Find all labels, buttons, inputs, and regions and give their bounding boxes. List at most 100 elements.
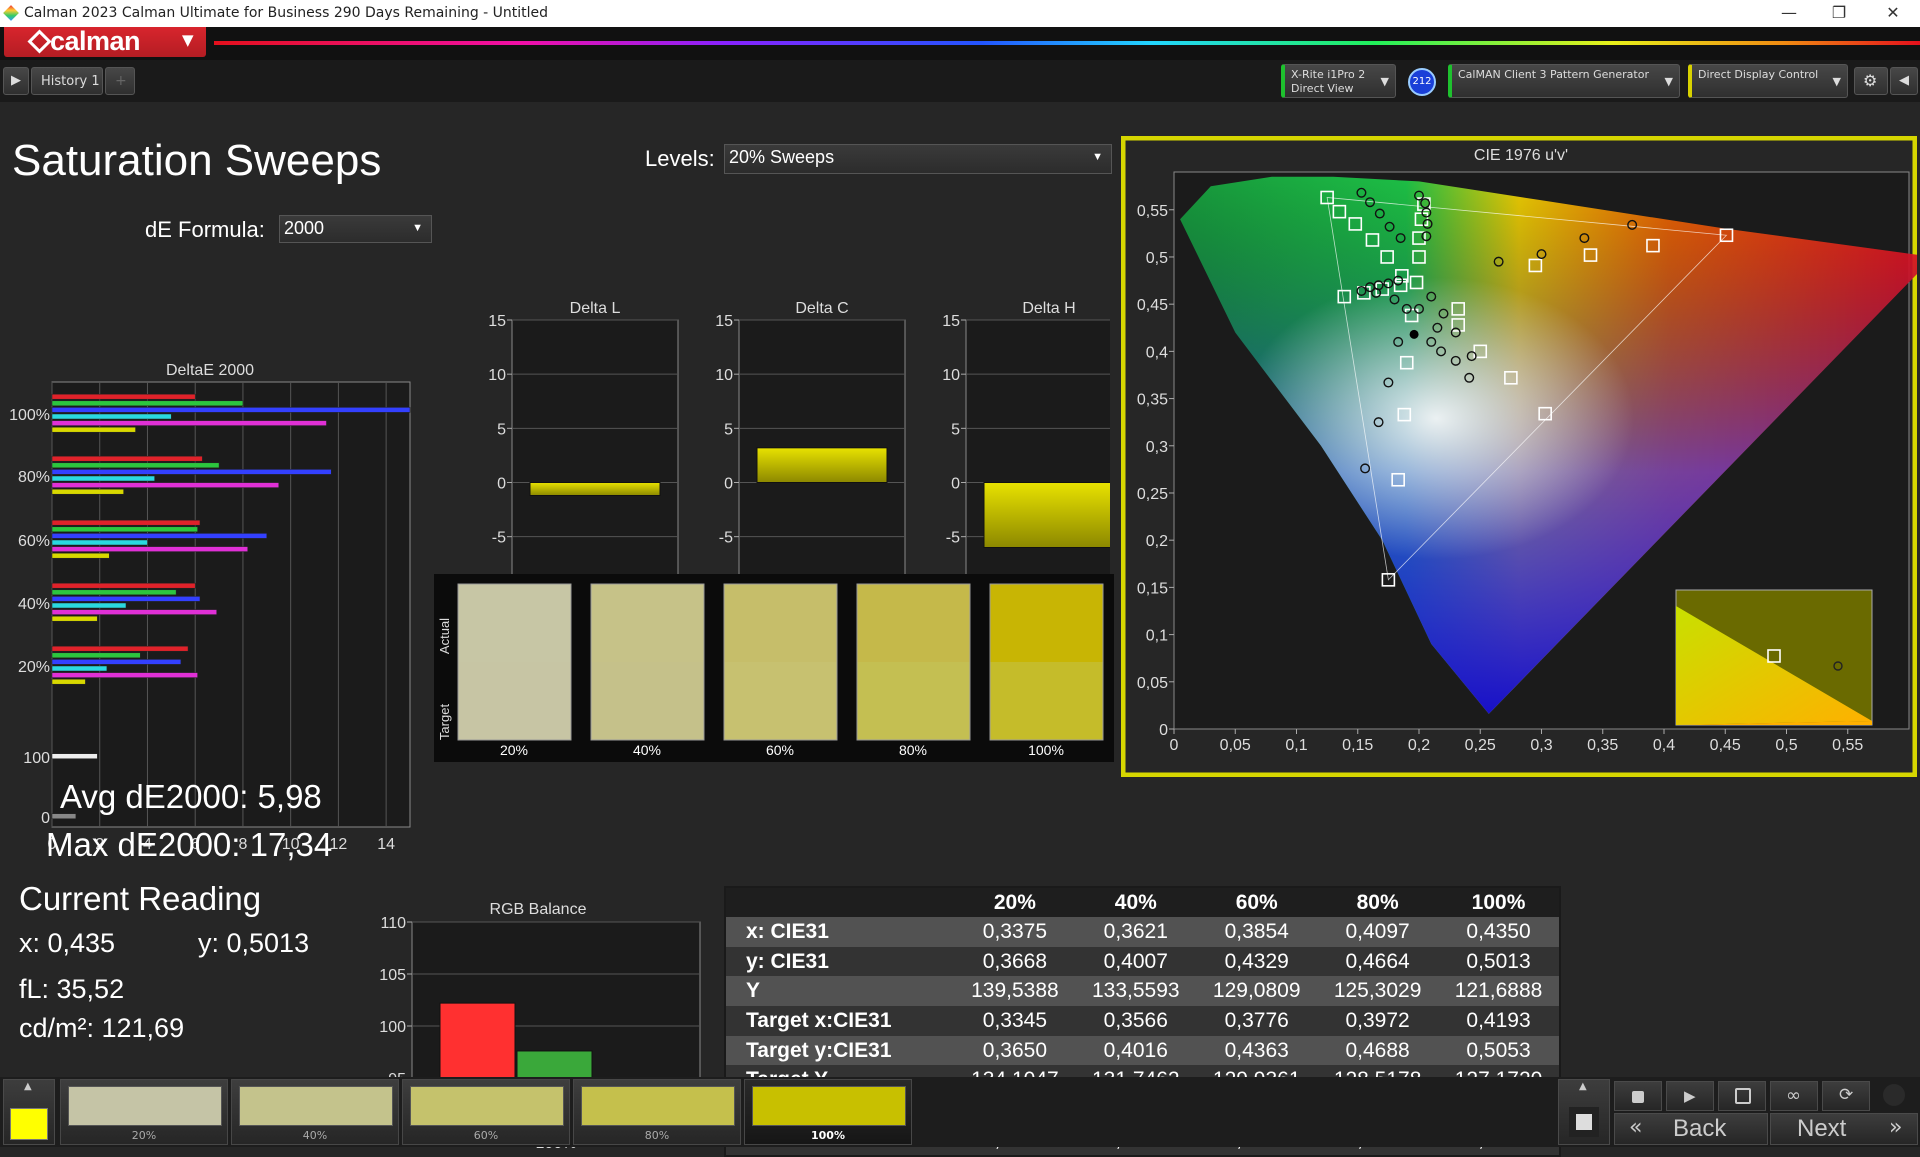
table-cell: 0,5053 [1438,1035,1559,1066]
white-point-marker [1409,329,1419,339]
table-cell: 0,4363 [1196,1035,1318,1066]
swatch-button-80%[interactable]: 80% [573,1079,741,1145]
current-color-panel[interactable]: ▲ [3,1079,55,1145]
column-header: 60% [1196,888,1318,917]
next-button[interactable]: Next » [1770,1113,1918,1145]
table-cell: 0,3566 [1075,1006,1197,1036]
x-tick-label: 0,1 [1285,737,1307,754]
tab-history-1[interactable]: History 1 [31,67,103,95]
chevron-left-icon: « [1629,1115,1643,1140]
table-row: Y 139,5388 133,5593 129,0809 125,3029 121,688… [726,976,1559,1007]
x-tick-label: 0,3 [1530,737,1552,754]
calman-logo-icon [27,29,52,54]
minimize-button[interactable]: — [1766,1,1812,26]
deltae-bar [51,455,203,462]
row-header: y: CIE31 [726,946,955,977]
deltae-bar [51,407,411,413]
logo-text: calman [50,26,141,56]
deltae-bar [51,665,108,672]
table-header-row: 20% 40% 60% 80% 100% [726,888,1559,917]
display-control-selector[interactable]: Direct Display Control ▼ [1688,64,1848,98]
levels-dropdown[interactable]: 20% Sweeps ▼ [724,144,1112,174]
y-tick-label: 105 [379,967,406,984]
cie-title: CIE 1976 u'v' [1474,147,1568,164]
swatch-chip [68,1086,222,1126]
swatch-chip [581,1086,735,1126]
y-tick-label: 0,3 [1146,439,1168,456]
deltae-bar [51,582,196,589]
deltae-bar [51,519,201,526]
table-cell: 0,4193 [1438,1006,1559,1036]
table-cell: 0,5013 [1438,946,1559,977]
swatch-label: 40% [633,742,661,758]
de-formula-dropdown[interactable]: 2000 ▼ [279,215,432,243]
y-tick-label: 80% [18,469,50,486]
loop-button[interactable]: ∞ [1770,1081,1818,1111]
refresh-button[interactable]: ⟳ [1822,1081,1870,1111]
swatch-button-60%[interactable]: 60% [402,1079,570,1145]
deltae-bar [51,596,201,602]
back-button[interactable]: « Back [1614,1113,1768,1145]
calman-menu-button[interactable]: calman ▼ [4,26,206,57]
y-tick-label: 0,5 [1146,250,1168,267]
collapse-panel-button[interactable]: ◀ [1890,67,1918,95]
swatch-button-40%[interactable]: 40% [231,1079,399,1145]
close-button[interactable]: ✕ [1870,1,1916,26]
row-header: Y [726,976,955,1007]
play-button[interactable]: ▶ [1666,1081,1714,1111]
column-header: 20% [954,888,1076,917]
table-cell: 0,3972 [1317,1006,1439,1036]
save-button[interactable] [1718,1081,1766,1111]
chevron-left-icon: ◀ [1899,73,1909,88]
plus-icon: + [115,73,127,89]
deltae-bar [51,609,217,615]
stop-icon [1569,1107,1599,1137]
deltae-bar [51,475,155,482]
add-tab-button[interactable]: + [105,67,135,95]
main-content: Saturation Sweeps Levels: 20% Sweeps ▼ d… [0,102,1920,1157]
y-tick-label: -5 [719,530,733,547]
settings-button[interactable]: ⚙ [1854,67,1888,95]
y-tick-label: 0 [1159,722,1168,739]
chart-title: DeltaE 2000 [166,362,254,379]
actual-swatch [990,584,1103,662]
deltae-bar [51,678,86,685]
swatch-caption: 80% [644,1129,670,1142]
current-x: x: 0,435 [19,928,116,958]
current-cdm2: cd/m²: 121,69 [19,1013,185,1043]
y-tick-label: 5 [724,421,733,438]
restore-button[interactable]: ❐ [1816,1,1862,26]
swatch-caption: 20% [131,1129,157,1142]
de-formula-label: dE Formula: [145,217,265,242]
y-tick-label: 100 [379,1019,406,1036]
meter-badge[interactable]: 212 [1408,68,1436,96]
deltae-bar [51,393,196,400]
avg-de-stat: Avg dE2000: 5,98 [60,778,322,815]
rainbow-strip [214,41,1920,45]
y-tick-label: 10 [942,367,960,384]
toolbar: ▶ History 1 + X-Rite i1Pro 2 Direct View… [0,60,1920,102]
badge-count: 212 [1412,76,1432,87]
x-tick-label: 0,4 [1653,737,1675,754]
swatch-button-100%[interactable]: 100% [744,1079,912,1145]
chevron-right-icon: » [1889,1115,1903,1140]
pattern-generator-selector[interactable]: CalMAN Client 3 Pattern Generator ▼ [1448,64,1680,98]
stop-button[interactable] [1614,1081,1662,1111]
table-cell: 0,3854 [1196,917,1318,947]
deltae-bar [51,672,198,678]
meter-selector[interactable]: X-Rite i1Pro 2 Direct View ▼ [1281,64,1396,98]
expand-panel-button[interactable]: ▶ [3,67,29,95]
swatch-button-20%[interactable]: 20% [60,1079,228,1145]
chevron-down-icon: ▼ [182,31,194,49]
stop-panel[interactable]: ▲ [1558,1079,1610,1145]
swatch-label: 60% [766,742,794,758]
y-tick-label: 110 [380,915,406,932]
delta-chart-title: Delta C [795,300,848,317]
y-tick-label: 15 [942,313,960,330]
target-swatch [857,662,970,740]
x-tick-label: 0,45 [1710,737,1741,754]
deltae-bar [51,659,182,665]
y-tick-label: 10 [715,367,733,384]
deltae-bar [51,589,177,596]
swatch-chip [752,1086,906,1126]
